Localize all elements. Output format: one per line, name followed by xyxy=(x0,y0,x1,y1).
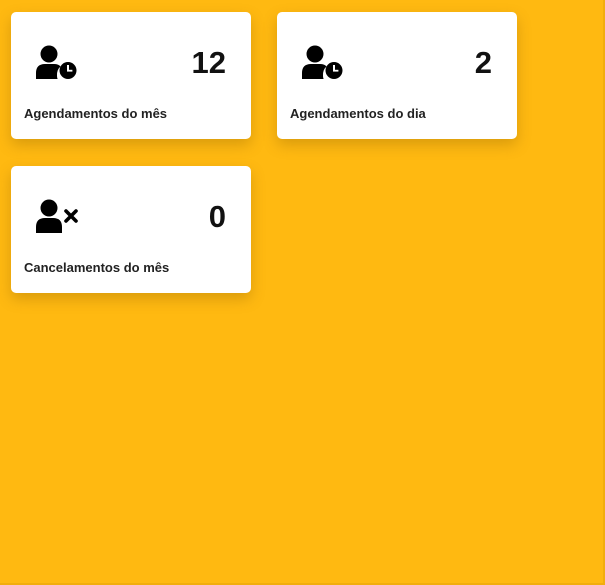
stat-count: 12 xyxy=(191,45,226,80)
stat-label: Agendamentos do mês xyxy=(24,106,168,121)
stat-count: 2 xyxy=(474,45,492,80)
user-clock-icon xyxy=(302,45,344,79)
stat-count: 0 xyxy=(208,199,226,234)
stat-label: Agendamentos do dia xyxy=(290,106,426,121)
stat-card-daily-appointments[interactable]: 2 Agendamentos do dia xyxy=(277,12,517,139)
stat-card-monthly-appointments[interactable]: 12 Agendamentos do mês xyxy=(11,12,251,139)
user-clock-icon xyxy=(36,45,78,79)
stat-label: Cancelamentos do mês xyxy=(24,260,170,275)
stat-card-monthly-cancellations[interactable]: 0 Cancelamentos do mês xyxy=(11,166,251,293)
user-times-icon xyxy=(36,199,78,233)
